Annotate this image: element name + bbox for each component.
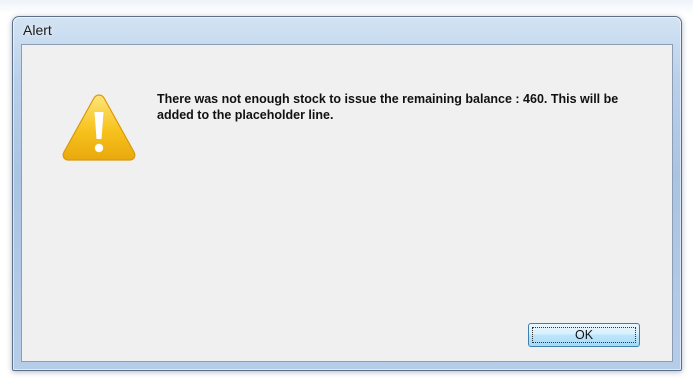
alert-dialog: Alert There was not enough stock to issu… [12,16,682,371]
dialog-title: Alert [23,22,52,38]
alert-message: There was not enough stock to issue the … [157,92,619,122]
dialog-body: There was not enough stock to issue the … [21,44,673,362]
background-strip [0,0,693,14]
warning-icon [62,94,136,161]
ok-button-label: OK [574,328,594,342]
title-bar[interactable]: Alert [13,17,681,43]
ok-button[interactable]: OK [528,323,640,347]
